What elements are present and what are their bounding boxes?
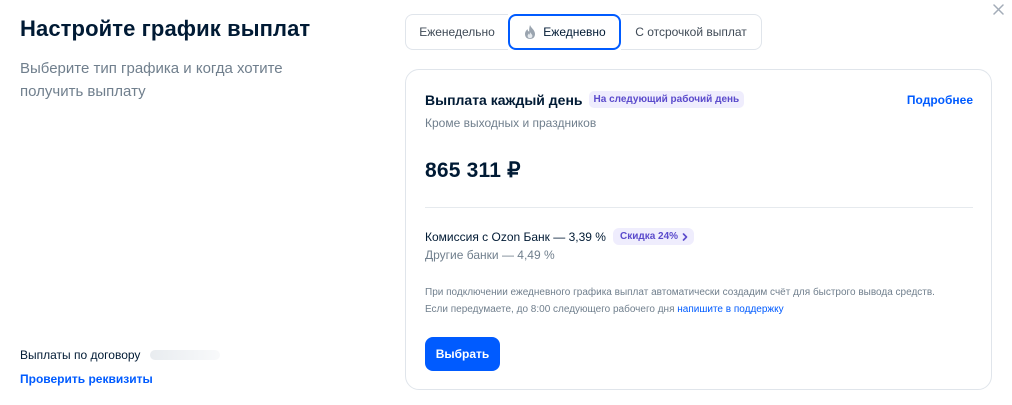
contract-row: Выплаты по договору (20, 348, 221, 362)
chevron-right-icon (681, 232, 689, 241)
card-title: Выплата каждый день (425, 91, 583, 108)
other-banks-fee: Другие банки — 4,49 % (425, 248, 555, 262)
ozon-bank-fee: Комиссия с Ozon Банк — 3,39 % (425, 229, 606, 244)
tab-daily-label: Ежедневно (543, 25, 606, 39)
card-header: Выплата каждый день На следующий рабочий… (425, 91, 745, 108)
payout-amount: 865 311 ₽ (425, 159, 521, 182)
contract-label: Выплаты по договору (20, 348, 141, 362)
tab-daily[interactable]: Ежедневно (508, 14, 621, 50)
close-icon (992, 3, 1004, 15)
more-link[interactable]: Подробнее (907, 93, 973, 107)
fee-row: Комиссия с Ozon Банк — 3,39 % Скидка 24% (425, 228, 695, 245)
tab-weekly[interactable]: Еженедельно (405, 14, 508, 50)
payout-card: Выплата каждый день На следующий рабочий… (405, 69, 992, 390)
discount-badge[interactable]: Скидка 24% (612, 228, 695, 245)
contract-number-blurred (150, 350, 221, 360)
notice-text: При подключении ежедневного графика выпл… (425, 284, 945, 318)
tab-deferred-label: С отсрочкой выплат (635, 25, 747, 39)
page-subtitle: Выберите тип графика и когда хотите полу… (20, 60, 283, 100)
page-title: Настройте график выплат (20, 16, 311, 41)
check-details-link[interactable]: Проверить реквизиты (20, 372, 153, 386)
support-link[interactable]: напишите в поддержку (677, 304, 783, 315)
fire-icon (523, 24, 537, 40)
discount-label: Скидка 24% (619, 231, 679, 242)
close-button[interactable] (988, 0, 1008, 18)
schedule-tabs: Еженедельно Ежедневно С отсрочкой выплат (405, 14, 762, 50)
left-column: Настройте график выплат Выберите тип гра… (20, 0, 350, 405)
tab-weekly-label: Еженедельно (419, 25, 495, 39)
select-button[interactable]: Выбрать (425, 337, 500, 371)
card-subtitle: Кроме выходных и праздников (425, 116, 597, 130)
next-workday-badge: На следующий рабочий день (588, 91, 745, 108)
tab-deferred[interactable]: С отсрочкой выплат (621, 14, 762, 50)
divider (425, 207, 973, 208)
